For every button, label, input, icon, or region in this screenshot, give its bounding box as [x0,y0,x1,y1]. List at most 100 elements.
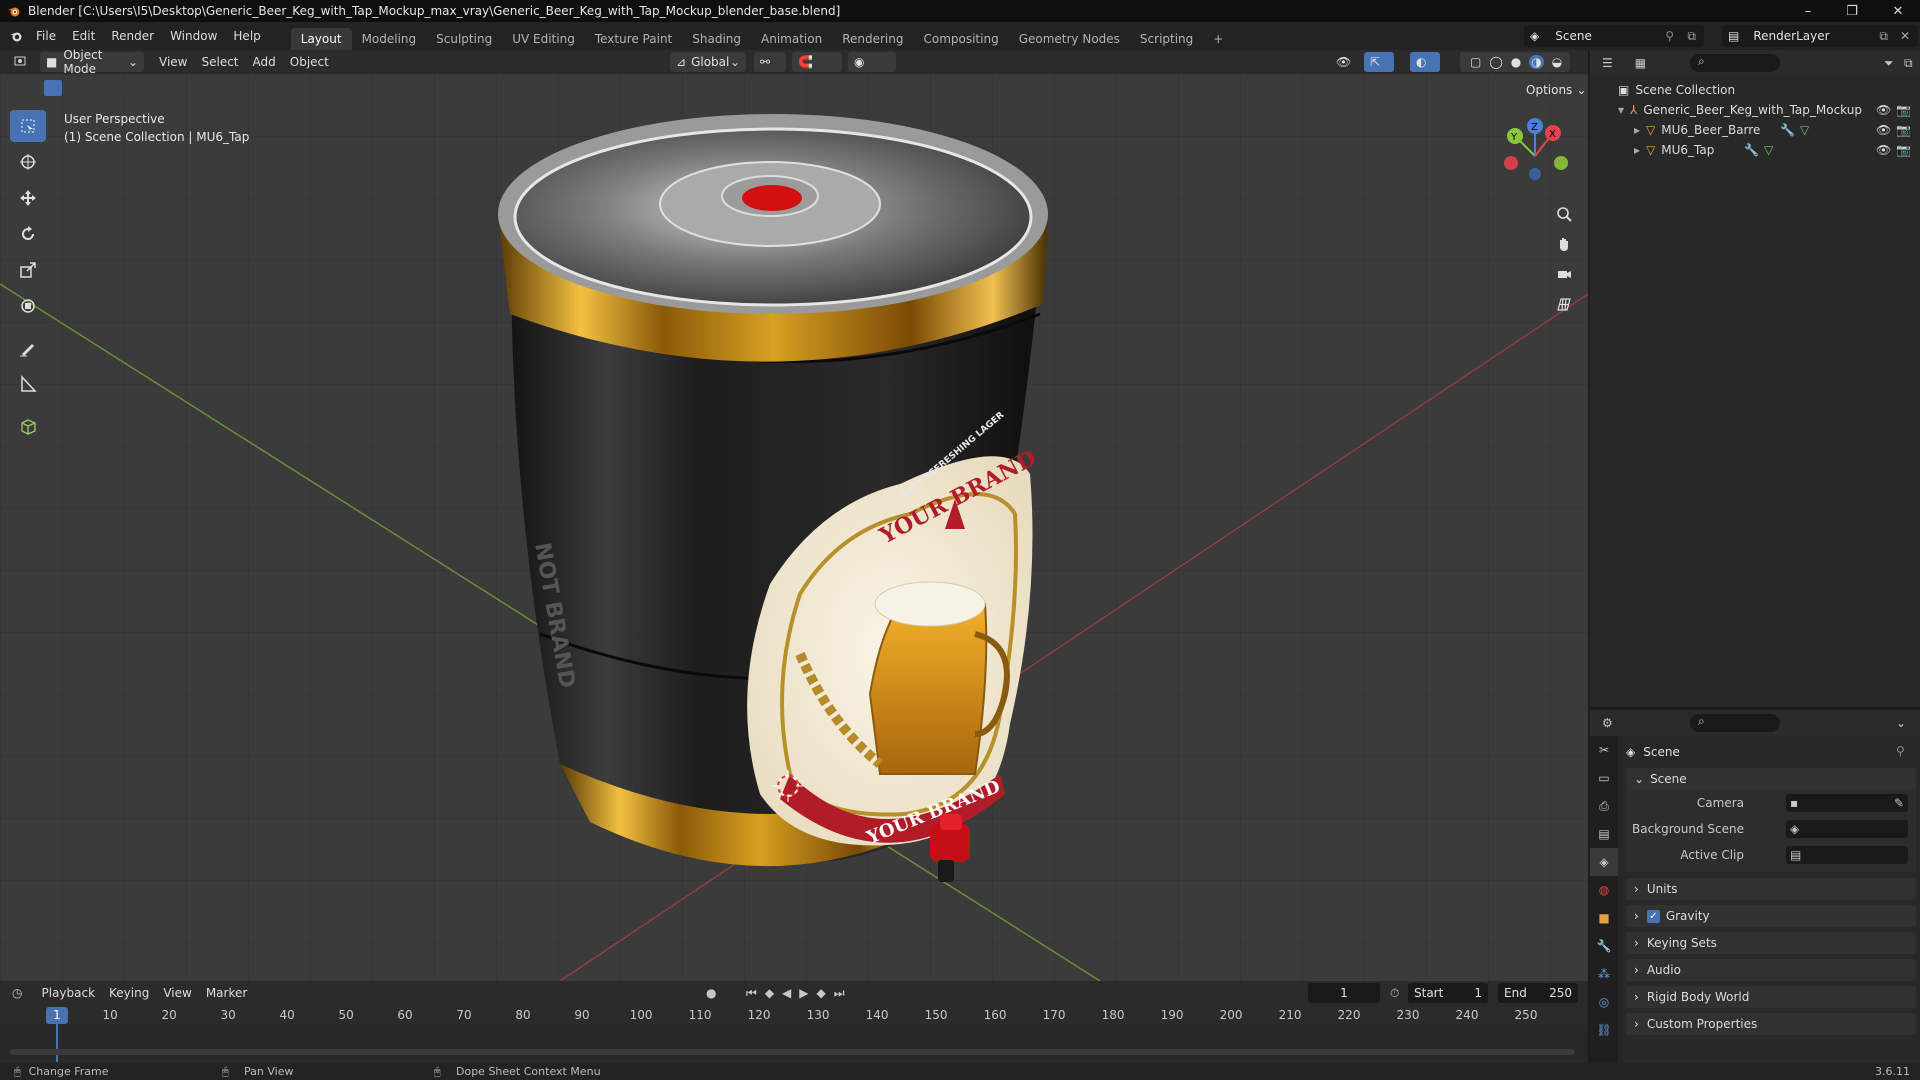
remove-view-layer-icon[interactable]: ✕ [1900,29,1910,43]
viewport-menu-select[interactable]: Select [194,55,245,69]
ortho-grid-icon[interactable] [1550,290,1578,318]
filter-icon[interactable]: ⏷ [1884,56,1894,71]
viewport-menu-add[interactable]: Add [246,55,283,69]
timeline-scrollbar[interactable] [10,1049,1575,1055]
new-scene-icon[interactable]: ⧉ [1687,29,1696,44]
visibility-eye-icon[interactable]: 👁 [1876,143,1891,157]
modifier-wrench-icon[interactable]: 🔧 [1780,123,1795,137]
transform-orientation[interactable]: ⊿ Global ⌄ [670,52,746,72]
panel-audio[interactable]: › Audio [1626,959,1916,981]
3d-viewport[interactable]: User Perspective (1) Scene Collection | … [0,74,1588,981]
outliner-search-input[interactable]: ⌕ [1690,54,1780,72]
outliner-item[interactable]: ▸ ▽ MU6_Beer_Barre 🔧 ▽ 👁 📷 [1590,120,1920,140]
zoom-icon[interactable] [1550,200,1578,228]
gravity-checkbox[interactable]: ✓ [1646,909,1660,923]
jump-start-icon[interactable]: ⏮ [746,986,757,1001]
expand-arrow-icon[interactable]: ▾ [1618,103,1624,117]
tab-modeling[interactable]: Modeling [352,28,427,50]
add-workspace-button[interactable]: + [1203,28,1233,50]
properties-search-input[interactable]: ⌕ [1690,714,1780,732]
active-clip-field[interactable]: ▤ [1786,846,1908,864]
visibility-icon[interactable]: 👁 [1330,52,1360,72]
tab-geometry-nodes[interactable]: Geometry Nodes [1009,28,1130,50]
tab-compositing[interactable]: Compositing [913,28,1008,50]
expand-arrow-icon[interactable]: ▸ [1634,143,1640,157]
rendered-icon[interactable]: ◒ [1552,55,1562,69]
scene-section-header[interactable]: ⌄ Scene [1626,768,1916,790]
view-layer-selector[interactable]: ▤ RenderLayer ⧉ ✕ [1722,25,1918,47]
panel-units[interactable]: › Units [1626,878,1916,900]
properties-editor-icon[interactable]: ⚙ [1602,716,1613,730]
modifier-wrench-icon[interactable]: 🔧 [1744,143,1759,157]
timeline-menu-playback[interactable]: Playback [34,986,102,1000]
display-mode-icon[interactable]: ▦ [1635,56,1646,70]
tool-tab-icon[interactable]: ✂ [1590,736,1618,764]
pin-icon[interactable]: ⚲ [1896,744,1905,758]
frame-ruler[interactable]: 1 10 20 30 40 50 60 70 80 90 100 110 120 130 140 150 160… [0,1005,1588,1062]
scene-selector[interactable]: ◈ Scene ⚲ ⧉ [1524,25,1704,47]
timeline-menu-keying[interactable]: Keying [102,986,156,1000]
render-camera-icon[interactable]: 📷 [1896,103,1911,117]
pan-hand-icon[interactable] [1550,230,1578,258]
keg-render[interactable]: YOUR BRAND YOUR BRAND BEST REFRESHING LA… [0,74,1588,981]
menu-file[interactable]: File [28,25,64,47]
visibility-eye-icon[interactable]: 👁 [1876,103,1891,117]
shading-modes[interactable]: ▢ ◯ ● ◑ ◒ [1460,52,1570,72]
jump-end-icon[interactable]: ⏭ [834,986,845,1001]
tab-layout[interactable]: Layout [290,28,352,50]
timeline-editor-icon[interactable]: ◷ [12,986,22,1000]
camera-field[interactable]: ▪ ✎ [1786,794,1908,812]
menu-render[interactable]: Render [103,25,162,47]
chevron-down-icon[interactable]: ⌄ [1896,716,1906,730]
tab-sculpting[interactable]: Sculpting [426,28,502,50]
timeline-menu-view[interactable]: View [156,986,198,1000]
blender-menu-icon[interactable] [4,25,28,47]
play-reverse-icon[interactable]: ◀ [782,986,791,1001]
minimize-button[interactable]: – [1786,0,1830,22]
tab-animation[interactable]: Animation [751,28,832,50]
tab-rendering[interactable]: Rendering [832,28,913,50]
tab-scripting[interactable]: Scripting [1130,28,1203,50]
outliner-scene-collection[interactable]: ▣ Scene Collection [1590,80,1920,100]
pin-icon[interactable]: ⚲ [1665,29,1674,43]
timeline-menu-marker[interactable]: Marker [199,986,254,1000]
tab-uv-editing[interactable]: UV Editing [502,28,585,50]
menu-edit[interactable]: Edit [64,25,103,47]
outliner-item[interactable]: ▾ ⅄ Generic_Beer_Keg_with_Tap_Mockup 👁 📷 [1590,100,1920,120]
render-camera-icon[interactable]: 📷 [1896,143,1911,157]
overlay-toggle[interactable]: ◐ [1410,52,1440,72]
panel-rigid-body-world[interactable]: › Rigid Body World [1626,986,1916,1008]
play-icon[interactable]: ▶ [799,986,808,1001]
current-frame-field[interactable]: 1 [1308,983,1380,1003]
background-scene-field[interactable]: ◈ [1786,820,1908,838]
maximize-button[interactable]: ❐ [1830,0,1874,22]
mode-selector[interactable]: ■ Object Mode ⌄ [40,48,144,76]
start-frame-field[interactable]: Start 1 [1408,983,1488,1003]
editor-type-button[interactable] [8,52,36,72]
panel-gravity[interactable]: › ✓ Gravity [1626,905,1916,927]
mesh-data-icon[interactable]: ▽ [1800,123,1809,137]
viewport-menu-view[interactable]: View [152,55,194,69]
xray-icon[interactable]: ▢ [1470,55,1481,69]
camera-view-icon[interactable] [1550,260,1578,288]
wireframe-icon[interactable]: ◯ [1489,55,1502,69]
end-frame-field[interactable]: End 250 [1498,983,1578,1003]
next-keyframe-icon[interactable]: ◆ [817,986,826,1001]
eyedropper-icon[interactable]: ✎ [1894,796,1904,810]
visibility-eye-icon[interactable]: 👁 [1876,123,1891,137]
tab-texture-paint[interactable]: Texture Paint [585,28,682,50]
snap-button[interactable]: 🧲 [792,52,842,72]
panel-custom-properties[interactable]: › Custom Properties [1626,1013,1916,1035]
new-view-layer-icon[interactable]: ⧉ [1879,29,1888,44]
record-icon[interactable]: ● [706,986,716,1000]
proportional-edit-button[interactable]: ◉ [848,52,896,72]
clock-icon[interactable]: ⏱ [1390,986,1399,1001]
navigation-gizmo[interactable]: X Y Z [1495,116,1575,196]
menu-window[interactable]: Window [162,25,225,47]
solid-icon[interactable]: ● [1511,55,1521,69]
expand-arrow-icon[interactable]: ▸ [1634,123,1640,137]
viewport-menu-object[interactable]: Object [283,55,336,69]
close-button[interactable]: ✕ [1876,0,1920,22]
outliner-editor-icon[interactable]: ☰ [1602,56,1613,70]
mesh-data-icon[interactable]: ▽ [1764,143,1773,157]
